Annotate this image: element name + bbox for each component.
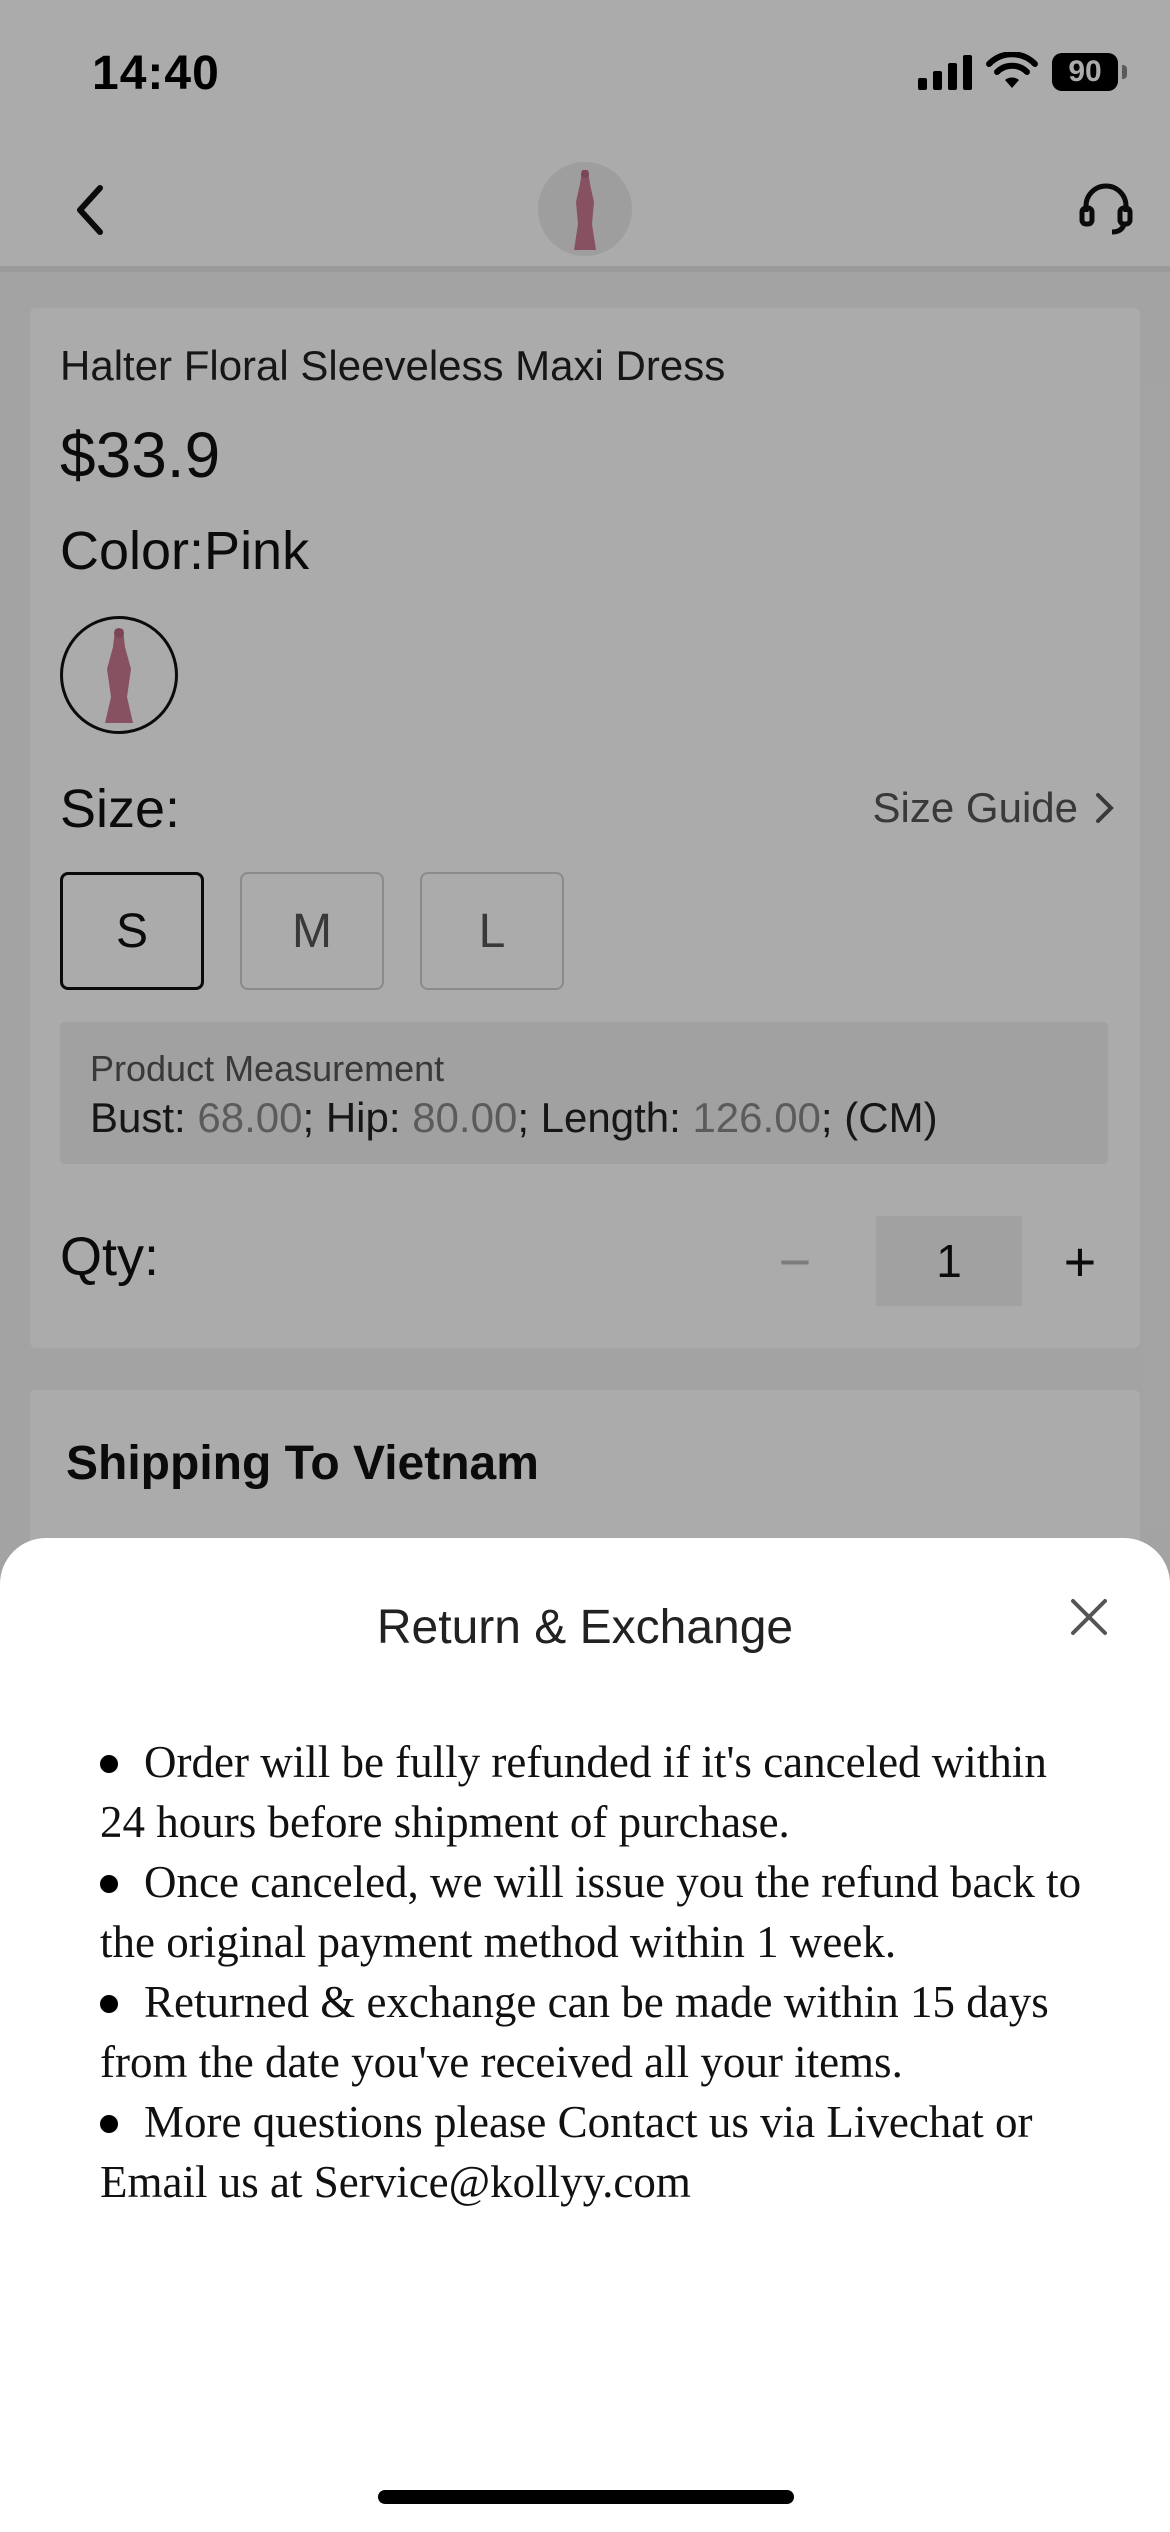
policy-text: Returned & exchange can be made within 1… xyxy=(100,1977,1049,2087)
policy-text: More questions please Contact us via Liv… xyxy=(100,2097,1033,2207)
bullet-icon xyxy=(100,1994,118,2013)
home-indicator[interactable] xyxy=(378,2490,794,2504)
policy-list: Order will be fully refunded if it's can… xyxy=(100,1732,1090,2212)
sheet-title: Return & Exchange xyxy=(376,1601,794,1654)
policy-text: Once canceled, we will issue you the ref… xyxy=(100,1857,1082,1967)
list-item: Once canceled, we will issue you the ref… xyxy=(100,1852,1090,1972)
bullet-icon xyxy=(100,1754,118,1773)
list-item: Returned & exchange can be made within 1… xyxy=(100,1972,1090,2092)
list-item: Order will be fully refunded if it's can… xyxy=(100,1732,1090,1852)
bullet-icon xyxy=(100,1874,118,1893)
close-icon[interactable] xyxy=(1068,1596,1110,1638)
list-item: More questions please Contact us via Liv… xyxy=(100,2092,1090,2212)
bullet-icon xyxy=(100,2114,118,2133)
return-exchange-sheet: Return & Exchange Order will be fully re… xyxy=(0,1538,1170,2532)
policy-text: Order will be fully refunded if it's can… xyxy=(100,1737,1047,1847)
